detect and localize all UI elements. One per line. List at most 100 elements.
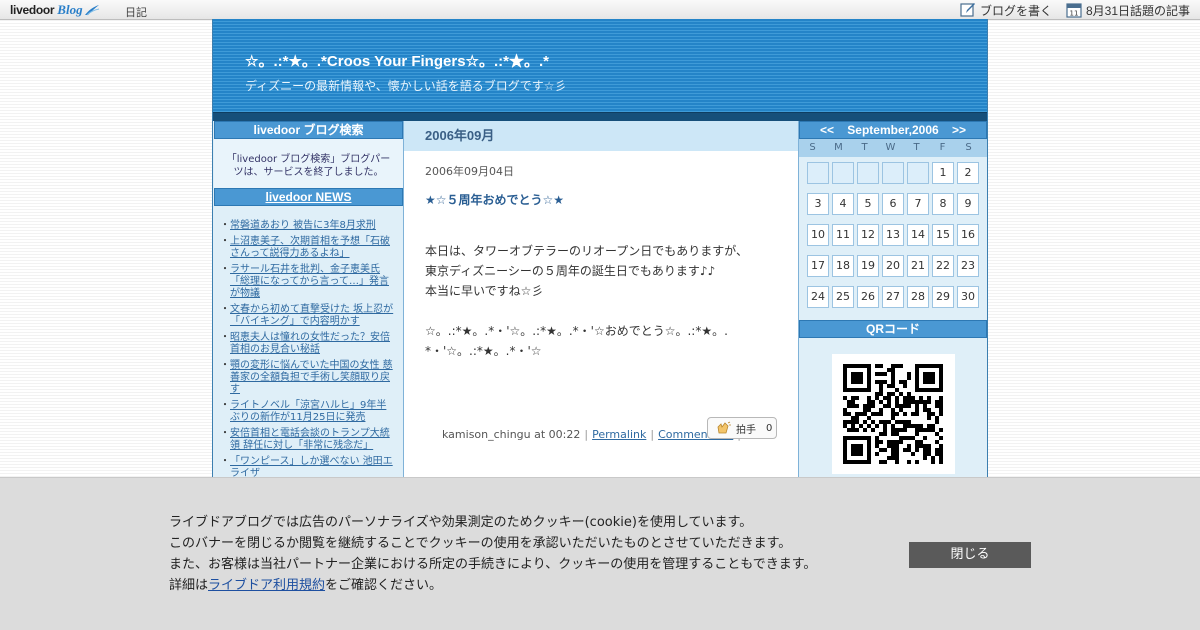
trending-articles-link[interactable]: 11 8月31日話題の記事 — [1066, 2, 1190, 19]
news-item[interactable]: 常磐道あおり 被告に3年8月求刑 — [220, 220, 395, 232]
calendar-day: 9 — [957, 193, 979, 215]
header-divider — [213, 112, 987, 121]
cookie-text: ライブドアブログでは広告のパーソナライズや効果測定のためクッキー(cookie)… — [169, 512, 816, 596]
calendar-day: 16 — [957, 224, 979, 246]
logo-word: livedoor — [10, 3, 55, 17]
search-widget-text: 「livedoor ブログ検索」ブログパーツは、サービスを終了しました。 — [214, 139, 403, 188]
calendar-day: 24 — [807, 286, 829, 308]
entry-author: kamison_chingu at 00:22 — [442, 428, 581, 441]
news-item[interactable]: 昭恵夫人は憧れの女性だった？安倍首相のお見合い秘話 — [220, 332, 395, 356]
entry-line: 東京ディズニーシーの５周年の誕生日でもあります♪♪ — [425, 264, 716, 278]
news-item[interactable]: 安倍首相と電話会談のトランプ大統領 辞任に対し「非常に残念だ」 — [220, 428, 395, 452]
calendar-day: 17 — [807, 255, 829, 277]
month-heading: 2006年09月 — [404, 121, 798, 151]
calendar-day: 25 — [832, 286, 854, 308]
calendar-grid: 1 2 3 4 5 6 7 8 9 10 11 12 13 14 15 16 17 18 19 20 21 22 23 24 2… — [799, 157, 987, 308]
trending-label: 8月31日話題の記事 — [1085, 3, 1190, 18]
write-blog-button[interactable]: ブログを書く — [960, 2, 1052, 19]
calendar-day: 5 — [857, 193, 879, 215]
news-item[interactable]: 文春から初めて直撃受けた 坂上忍が「バイキング」で内容明かす — [220, 304, 395, 328]
calendar-day: 14 — [907, 224, 929, 246]
cookie-prefix: 詳細は — [169, 578, 209, 593]
pen-icon — [960, 3, 975, 17]
calendar-blank-cell — [857, 162, 879, 184]
calendar-prev-link[interactable]: << — [820, 123, 834, 137]
calendar-blank-cell — [882, 162, 904, 184]
clap-label: 拍手 — [736, 424, 756, 436]
weekday: S — [809, 142, 816, 153]
calendar-day: 19 — [857, 255, 879, 277]
cookie-banner: ライブドアブログでは広告のパーソナライズや効果測定のためクッキー(cookie)… — [0, 477, 1200, 630]
entry-line: ☆。.:*★。.*・'☆。.:*★。.*・'☆おめでとう☆。.:*★。. — [425, 324, 728, 338]
qr-widget-title: QRコード — [799, 320, 987, 338]
calendar-day: 8 — [932, 193, 954, 215]
qr-code — [831, 354, 955, 474]
news-list: 常磐道あおり 被告に3年8月求刑 上沼恵美子、次期首相を予想「石破さんって説得力… — [214, 206, 403, 480]
write-blog-label: ブログを書く — [979, 3, 1052, 18]
calendar-day: 29 — [932, 286, 954, 308]
cookie-line: このバナーを閉じるか閲覧を継続することでクッキーの使用を承認いただいたものとさせ… — [169, 536, 792, 551]
weekday: T — [913, 142, 920, 153]
news-item[interactable]: 顎の変形に悩んでいた中国の女性 慈善家の全額負担で手術し笑顔取り戻す — [220, 360, 395, 396]
calendar-day: 27 — [882, 286, 904, 308]
calendar-day: 7 — [907, 193, 929, 215]
weekday: W — [885, 142, 896, 153]
entry-footer: kamison_chingu at 00:22 | Permalink | Co… — [442, 428, 741, 441]
cookie-close-button[interactable]: 閉じる — [909, 542, 1031, 568]
news-item[interactable]: 上沼恵美子、次期首相を予想「石破さんって説得力あるよね」 — [220, 236, 395, 260]
calendar-day: 15 — [932, 224, 954, 246]
clap-button[interactable]: 拍手 0 — [707, 417, 777, 439]
news-item[interactable]: ライトノベル「涼宮ハルヒ」9年半ぶりの新作が11月25日に発売 — [220, 400, 395, 424]
calendar-day: 12 — [857, 224, 879, 246]
blog-description: ディズニーの最新情報や、懐かしい話を語るブログです☆彡 — [245, 79, 567, 93]
calendar-day: 3 — [807, 193, 829, 215]
calendar-next-link[interactable]: >> — [952, 123, 966, 137]
topbar-actions: ブログを書く 11 8月31日話題の記事 — [960, 1, 1190, 19]
calendar-day: 2 — [957, 162, 979, 184]
calendar-day: 6 — [882, 193, 904, 215]
news-widget-title[interactable]: livedoor NEWS — [214, 188, 403, 206]
entry-line: 本日は、タワーオブテラーのリオープン日でもありますが、 — [425, 244, 749, 258]
cookie-line: 詳細はライブドア利用規約をご確認ください。 — [169, 575, 816, 596]
calendar-day: 4 — [832, 193, 854, 215]
livedoor-topbar: livedoor Blog 日記 ブログを書く 11 8月31日話題の記事 — [0, 0, 1200, 20]
blog-header: ☆。.:*★。.*Croos Your Fingers☆。.:*★。.* ディズ… — [213, 19, 987, 112]
calendar-day: 28 — [907, 286, 929, 308]
wing-icon — [84, 5, 99, 16]
cookie-suffix: をご確認ください。 — [325, 578, 443, 593]
weekday: S — [965, 142, 972, 153]
nikki-link[interactable]: 日記 — [125, 4, 147, 20]
entry-line: *・'☆。.:*★。.*・'☆ — [425, 344, 542, 358]
calendar-day: 13 — [882, 224, 904, 246]
calendar-day: 11 — [832, 224, 854, 246]
calendar-day: 10 — [807, 224, 829, 246]
calendar-day: 30 — [957, 286, 979, 308]
entry-title[interactable]: ★☆５周年おめでとう☆★ — [425, 191, 564, 208]
calendar-day: 20 — [882, 255, 904, 277]
entry-body: 本日は、タワーオブテラーのリオープン日でもありますが、 東京ディズニーシーの５周… — [425, 241, 748, 361]
weekday: T — [861, 142, 868, 153]
calendar-title: September,2006 — [847, 123, 939, 137]
clap-count: 0 — [766, 422, 773, 434]
calendar-header: << September,2006 >> — [799, 121, 987, 139]
logo-blog: Blog — [57, 2, 83, 17]
clap-hands-icon — [717, 421, 731, 434]
calendar-blank-cell — [832, 162, 854, 184]
cookie-line: ライブドアブログでは広告のパーソナライズや効果測定のためクッキー(cookie)… — [169, 515, 753, 530]
weekday: F — [939, 142, 946, 153]
calendar-day: 22 — [932, 255, 954, 277]
weekday: M — [834, 142, 843, 153]
calendar-icon-number: 11 — [1070, 10, 1079, 18]
calendar-day: 1 — [932, 162, 954, 184]
search-widget-title: livedoor ブログ検索 — [214, 121, 403, 139]
livedoor-blog-logo[interactable]: livedoor Blog — [10, 2, 100, 18]
entry-line — [425, 301, 748, 321]
calendar-day: 21 — [907, 255, 929, 277]
qr-code-icon — [843, 364, 943, 464]
calendar-blank-cell — [907, 162, 929, 184]
news-item[interactable]: ラサール石井を批判、金子恵美氏「総理になってから言って…」発言が物議 — [220, 264, 395, 300]
blog-title[interactable]: ☆。.:*★。.*Croos Your Fingers☆。.:*★。.* — [245, 50, 549, 71]
calendar-weekdays: S M T W T F S — [799, 139, 987, 157]
permalink-link[interactable]: Permalink — [592, 428, 646, 441]
terms-link[interactable]: ライブドア利用規約 — [208, 578, 325, 593]
